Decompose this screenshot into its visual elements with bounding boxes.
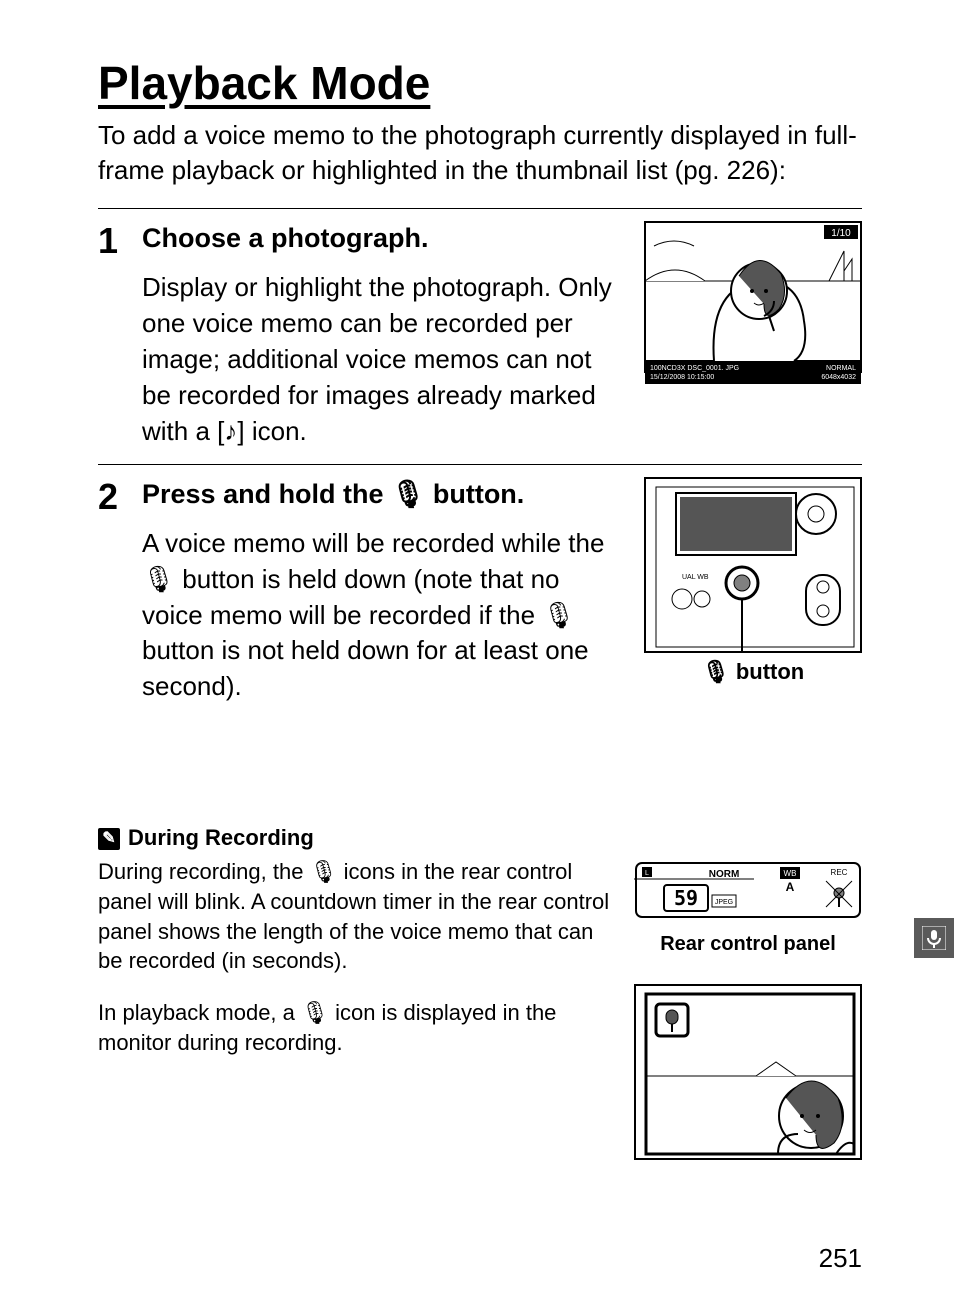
page-title: Playback Mode: [98, 56, 862, 110]
svg-text:100NCD3X DSC_0001. JPG: 100NCD3X DSC_0001. JPG: [650, 365, 739, 372]
svg-text:WB: WB: [784, 869, 797, 878]
side-tab-mic-icon: [914, 918, 954, 958]
step-1-number: 1: [98, 223, 142, 259]
step-2-text: A voice memo will be recorded while the …: [142, 526, 624, 705]
mic-icon: 🎙: [391, 479, 425, 509]
step-2: 2 Press and hold the 🎙 button. A voice m…: [98, 477, 862, 705]
svg-text:L: L: [645, 870, 649, 877]
step-1-title: Choose a photograph.: [142, 221, 624, 256]
pencil-note-icon: ✎: [98, 828, 120, 850]
svg-text:59: 59: [674, 886, 698, 910]
music-note-icon: [♪]: [217, 416, 244, 446]
svg-text:UAL WB: UAL WB: [682, 574, 709, 581]
rear-panel-caption: Rear control panel: [634, 933, 862, 956]
svg-text:NORM: NORM: [709, 869, 740, 880]
note-title: During Recording: [128, 825, 314, 850]
mic-icon: 🎙: [301, 1000, 329, 1025]
mic-icon: 🎙: [310, 859, 338, 884]
intro-text: To add a voice memo to the photograph cu…: [98, 118, 862, 188]
svg-text:6048x4032: 6048x4032: [821, 374, 856, 381]
note-during-recording: ✎ During Recording During recording, the …: [98, 825, 862, 1160]
svg-text:JPEG: JPEG: [715, 899, 733, 906]
step-2-number: 2: [98, 479, 142, 515]
svg-text:NORMAL: NORMAL: [826, 365, 856, 372]
svg-text:REC: REC: [831, 868, 848, 877]
step-1-figure: 1/10 100NCD3X DSC_0001. JPG 15/12/2008 1…: [644, 221, 862, 385]
step-1-text: Display or highlight the photograph. Onl…: [142, 270, 624, 449]
mic-icon: 🎙: [702, 659, 730, 684]
divider: [98, 464, 862, 465]
step-2-caption: 🎙 button: [644, 659, 862, 685]
mic-icon: 🎙: [142, 564, 175, 594]
svg-text:15/12/2008 10:15:00: 15/12/2008 10:15:00: [650, 374, 714, 381]
step-2-title: Press and hold the 🎙 button.: [142, 477, 624, 512]
divider: [98, 208, 862, 209]
svg-text:A: A: [786, 880, 795, 894]
step-1: 1 Choose a photograph. Display or highli…: [98, 221, 862, 449]
svg-text:1/10: 1/10: [831, 228, 851, 239]
note-figures: L NORM WB A 59 JPEG REC: [634, 857, 862, 1160]
note-paragraph-2: In playback mode, a 🎙 icon is displayed …: [98, 998, 610, 1057]
mic-icon: 🎙: [542, 600, 575, 630]
page-number: 251: [819, 1243, 862, 1274]
step-2-figure: UAL WB 🎙 button: [644, 477, 862, 685]
note-paragraph-1: During recording, the 🎙 icons in the rea…: [98, 857, 610, 976]
